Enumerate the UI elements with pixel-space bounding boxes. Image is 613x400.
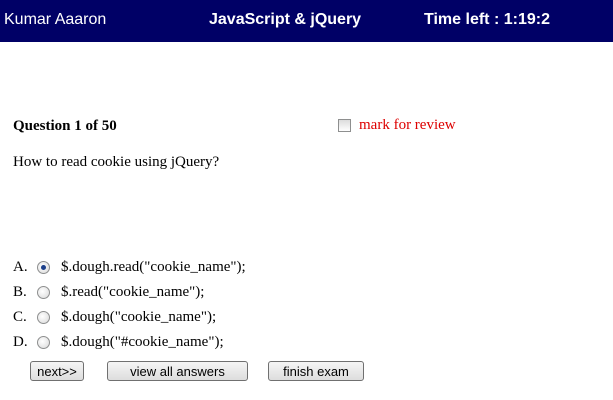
option-c-radio[interactable]: [37, 311, 50, 324]
question-text: How to read cookie using jQuery?: [13, 154, 220, 170]
mark-for-review-label[interactable]: mark for review: [359, 117, 456, 134]
answer-option-d[interactable]: D. $.dough("#cookie_name");: [13, 330, 246, 355]
next-button[interactable]: next>>: [30, 361, 84, 381]
option-letter: C.: [13, 309, 27, 325]
option-text[interactable]: $.read("cookie_name");: [61, 284, 204, 301]
answer-option-a[interactable]: A. $.dough.read("cookie_name");: [13, 255, 246, 280]
option-letter: D.: [13, 334, 28, 350]
view-all-answers-button[interactable]: view all answers: [107, 361, 248, 381]
time-left: Time left : 1:19:2: [424, 11, 550, 28]
option-letter: A.: [13, 259, 28, 275]
answer-option-b[interactable]: B. $.read("cookie_name");: [13, 280, 246, 305]
option-a-radio[interactable]: [37, 261, 50, 274]
action-buttons: next>> view all answers finish exam: [0, 361, 613, 383]
option-text[interactable]: $.dough("cookie_name");: [61, 309, 216, 326]
answer-option-c[interactable]: C. $.dough("cookie_name");: [13, 305, 246, 330]
question-number: Question 1 of 50: [13, 118, 117, 134]
option-letter: B.: [13, 284, 27, 300]
mark-for-review[interactable]: mark for review: [338, 117, 456, 134]
option-text[interactable]: $.dough("#cookie_name");: [61, 334, 224, 351]
answer-options: A. $.dough.read("cookie_name"); B. $.rea…: [13, 255, 246, 355]
option-b-radio[interactable]: [37, 286, 50, 299]
exam-header-bar: Kumar Aaaron JavaScript & jQuery Time le…: [0, 0, 613, 42]
exam-title: JavaScript & jQuery: [209, 11, 362, 28]
option-text[interactable]: $.dough.read("cookie_name");: [61, 259, 246, 276]
option-d-radio[interactable]: [37, 336, 50, 349]
mark-for-review-checkbox[interactable]: [338, 119, 351, 132]
user-name: Kumar Aaaron: [4, 11, 107, 28]
finish-exam-button[interactable]: finish exam: [268, 361, 364, 381]
